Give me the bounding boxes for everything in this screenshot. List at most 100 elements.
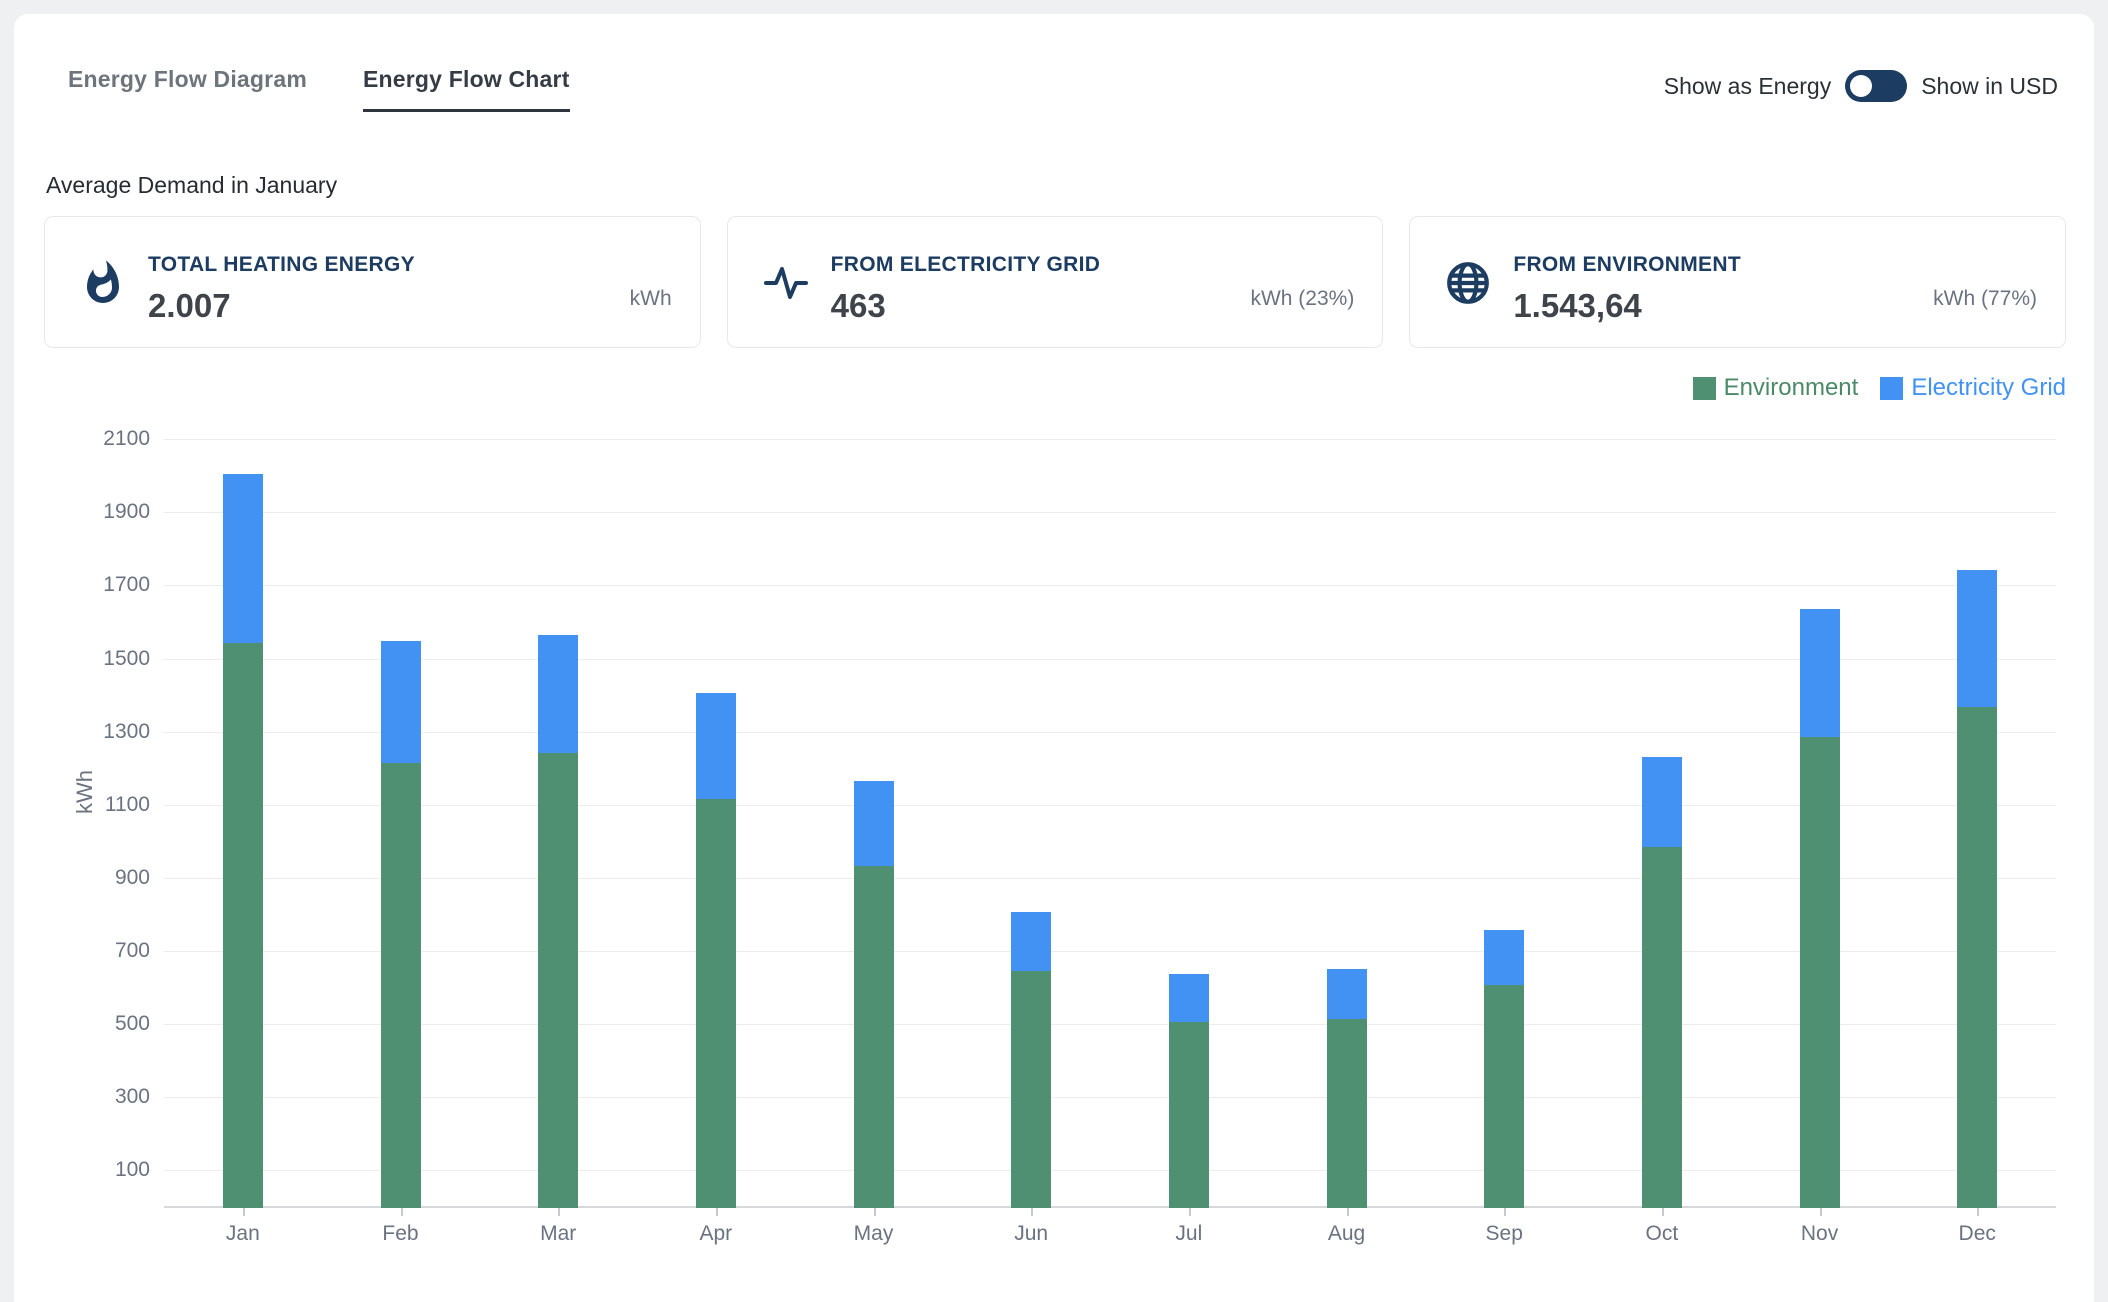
electricity-grid-segment[interactable] xyxy=(1484,930,1524,985)
card-value: 1.543,64 xyxy=(1513,287,1885,325)
environment-segment[interactable] xyxy=(1169,1022,1209,1208)
stacked-bar-may[interactable] xyxy=(854,781,894,1208)
x-tick-label: Feb xyxy=(382,1222,418,1246)
card-from-electricity-grid: FROM ELECTRICITY GRID 463 kWh (23%) xyxy=(727,216,1384,348)
bar-column-feb: Feb xyxy=(322,420,480,1208)
environment-segment[interactable] xyxy=(1011,971,1051,1208)
tab-energy-flow-chart[interactable]: Energy Flow Chart xyxy=(363,66,570,112)
x-tick xyxy=(1662,1208,1664,1216)
y-tick-label: 100 xyxy=(115,1158,150,1182)
bar-column-jan: Jan xyxy=(164,420,322,1208)
environment-segment[interactable] xyxy=(538,753,578,1208)
x-tick xyxy=(1977,1208,1979,1216)
stacked-bar-jun[interactable] xyxy=(1011,912,1051,1208)
environment-segment[interactable] xyxy=(1957,707,1997,1208)
legend-item-electricity-grid[interactable]: Electricity Grid xyxy=(1880,374,2066,402)
electricity-grid-segment[interactable] xyxy=(854,781,894,867)
electricity-grid-segment[interactable] xyxy=(1957,570,1997,706)
legend-item-environment[interactable]: Environment xyxy=(1693,374,1859,402)
x-tick-label: Mar xyxy=(540,1222,576,1246)
stacked-bar-jul[interactable] xyxy=(1169,974,1209,1208)
energy-usd-toggle[interactable] xyxy=(1845,70,1907,102)
x-tick xyxy=(1504,1208,1506,1216)
bar-column-sep: Sep xyxy=(1425,420,1583,1208)
x-tick xyxy=(243,1208,245,1216)
stacked-bar-jan[interactable] xyxy=(223,474,263,1208)
globe-icon xyxy=(1444,259,1492,307)
environment-segment[interactable] xyxy=(1800,737,1840,1208)
environment-segment[interactable] xyxy=(1642,847,1682,1208)
environment-segment[interactable] xyxy=(1484,985,1524,1208)
x-tick xyxy=(558,1208,560,1216)
y-tick-label: 1300 xyxy=(103,720,150,744)
x-tick xyxy=(401,1208,403,1216)
x-tick-label: Sep xyxy=(1486,1222,1523,1246)
bar-column-apr: Apr xyxy=(637,420,795,1208)
tab-energy-flow-diagram[interactable]: Energy Flow Diagram xyxy=(68,66,307,109)
stacked-bar-aug[interactable] xyxy=(1327,969,1367,1208)
bar-column-mar: Mar xyxy=(479,420,637,1208)
electricity-grid-segment[interactable] xyxy=(1642,757,1682,847)
x-tick-label: Jul xyxy=(1175,1222,1202,1246)
y-tick-label: 1900 xyxy=(103,500,150,524)
bar-column-may: May xyxy=(795,420,953,1208)
stacked-bar-dec[interactable] xyxy=(1957,570,1997,1208)
x-tick-label: Oct xyxy=(1646,1222,1679,1246)
environment-segment[interactable] xyxy=(854,866,894,1208)
electricity-grid-segment[interactable] xyxy=(1169,974,1209,1023)
electricity-grid-segment[interactable] xyxy=(381,641,421,763)
toggle-label-usd: Show in USD xyxy=(1921,73,2058,100)
card-title: TOTAL HEATING ENERGY xyxy=(148,253,520,277)
chart-legend: Environment Electricity Grid xyxy=(1693,374,2066,402)
stacked-bar-nov[interactable] xyxy=(1800,609,1840,1208)
stacked-bar-sep[interactable] xyxy=(1484,930,1524,1208)
card-from-environment: FROM ENVIRONMENT 1.543,64 kWh (77%) xyxy=(1409,216,2066,348)
environment-segment[interactable] xyxy=(381,763,421,1208)
tab-bar: Energy Flow Diagram Energy Flow Chart xyxy=(68,66,570,112)
x-tick-label: Aug xyxy=(1328,1222,1365,1246)
x-tick-label: Jun xyxy=(1014,1222,1048,1246)
stat-cards: TOTAL HEATING ENERGY 2.007 kWh FROM ELEC… xyxy=(44,216,2066,348)
environment-segment[interactable] xyxy=(223,643,263,1208)
y-tick-label: 500 xyxy=(115,1012,150,1036)
electricity-grid-swatch xyxy=(1880,377,1903,400)
unit-toggle-group: Show as Energy Show in USD xyxy=(1664,70,2058,102)
x-tick-label: Nov xyxy=(1801,1222,1838,1246)
card-title: FROM ENVIRONMENT xyxy=(1513,253,1885,277)
stacked-bar-feb[interactable] xyxy=(381,641,421,1209)
y-tick-label: 700 xyxy=(115,939,150,963)
electricity-grid-segment[interactable] xyxy=(538,635,578,754)
electricity-grid-segment[interactable] xyxy=(1011,912,1051,971)
page: Energy Flow Diagram Energy Flow Chart Sh… xyxy=(0,0,2108,1302)
bar-column-nov: Nov xyxy=(1741,420,1899,1208)
electricity-grid-segment[interactable] xyxy=(223,474,263,643)
x-tick xyxy=(1347,1208,1349,1216)
card-unit: kWh xyxy=(630,287,672,311)
card-value: 2.007 xyxy=(148,287,520,325)
bar-column-aug: Aug xyxy=(1268,420,1426,1208)
environment-segment[interactable] xyxy=(1327,1019,1367,1208)
bar-column-dec: Dec xyxy=(1898,420,2056,1208)
x-tick-label: Jan xyxy=(226,1222,260,1246)
card-value: 463 xyxy=(831,287,1203,325)
stacked-bar-mar[interactable] xyxy=(538,635,578,1208)
x-tick xyxy=(1820,1208,1822,1216)
page-title: Average Demand in January xyxy=(46,172,337,199)
environment-swatch xyxy=(1693,377,1716,400)
environment-segment[interactable] xyxy=(696,799,736,1208)
electricity-grid-segment[interactable] xyxy=(1800,609,1840,737)
toggle-knob xyxy=(1850,75,1872,97)
stacked-bar-apr[interactable] xyxy=(696,693,736,1208)
bar-column-oct: Oct xyxy=(1583,420,1741,1208)
legend-label: Environment xyxy=(1724,374,1859,402)
card-total-heating-energy: TOTAL HEATING ENERGY 2.007 kWh xyxy=(44,216,701,348)
pulse-icon xyxy=(762,259,810,307)
bar-column-jul: Jul xyxy=(1110,420,1268,1208)
stacked-bar-oct[interactable] xyxy=(1642,757,1682,1208)
x-tick xyxy=(1189,1208,1191,1216)
electricity-grid-segment[interactable] xyxy=(696,693,736,799)
card-unit: kWh (77%) xyxy=(1933,287,2037,311)
x-tick-label: Dec xyxy=(1959,1222,1996,1246)
electricity-grid-segment[interactable] xyxy=(1327,969,1367,1019)
plot-area: 210019001700150013001100900700500300100 … xyxy=(164,420,2056,1208)
